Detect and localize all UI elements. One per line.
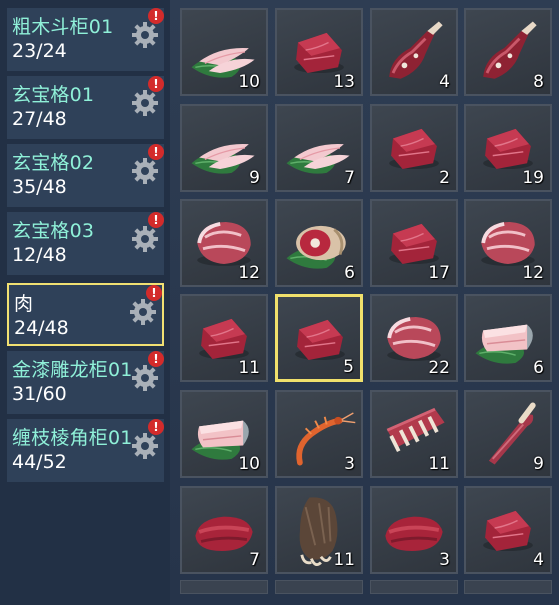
gear-icon[interactable]	[132, 90, 158, 116]
cabinet-name: 玄宝格01	[12, 84, 95, 106]
cabinet-capacity: 12/48	[12, 244, 67, 266]
item-slot[interactable]: 9	[464, 390, 552, 478]
item-slot-partial[interactable]	[180, 580, 268, 594]
cabinet-sidebar: 粗木斗柜01 23/24! 玄宝格01 27/48! 玄宝格02 35/48! 玄宝格03 1…	[0, 0, 170, 605]
item-slot[interactable]: 2	[370, 104, 458, 192]
alert-badge-icon: !	[148, 212, 164, 228]
cabinet-capacity: 35/48	[12, 176, 67, 198]
item-slot[interactable]: 6	[464, 294, 552, 382]
item-slot[interactable]: 12	[464, 199, 552, 287]
item-quantity: 3	[344, 454, 355, 474]
alert-badge-icon: !	[148, 8, 164, 24]
cabinet-capacity: 23/24	[12, 40, 67, 62]
cabinet-capacity: 31/60	[12, 383, 67, 405]
cabinet-name: 缠枝棱角柜01	[12, 427, 133, 449]
gear-icon[interactable]	[132, 22, 158, 48]
item-slot[interactable]: 11	[275, 486, 363, 574]
gear-icon[interactable]	[130, 299, 156, 325]
cabinet-4[interactable]: 玄宝格03 12/48!	[7, 212, 164, 275]
item-slot[interactable]: 11	[180, 294, 268, 382]
item-slot[interactable]: 19	[464, 104, 552, 192]
item-slot-partial[interactable]	[464, 580, 552, 594]
item-quantity: 13	[333, 72, 355, 92]
cabinet-capacity: 24/48	[14, 317, 69, 339]
item-quantity: 10	[238, 72, 260, 92]
alert-badge-icon: !	[148, 76, 164, 92]
item-slot[interactable]: 3	[370, 486, 458, 574]
item-quantity: 9	[533, 454, 544, 474]
cabinet-capacity: 27/48	[12, 108, 67, 130]
cabinet-5[interactable]: 肉 24/48!	[7, 283, 164, 346]
item-slot[interactable]: 13	[275, 8, 363, 96]
item-quantity: 7	[249, 550, 260, 570]
item-slot[interactable]: 9	[180, 104, 268, 192]
item-slot[interactable]: 3	[275, 390, 363, 478]
item-quantity: 2	[439, 168, 450, 188]
item-quantity: 7	[344, 168, 355, 188]
cabinet-name: 粗木斗柜01	[12, 16, 114, 38]
item-slot-partial[interactable]	[370, 580, 458, 594]
item-quantity: 19	[522, 168, 544, 188]
item-slot[interactable]: 10	[180, 8, 268, 96]
cabinet-name: 金漆雕龙柜01	[12, 359, 133, 381]
item-slot[interactable]: 17	[370, 199, 458, 287]
item-quantity: 3	[439, 550, 450, 570]
cabinet-6[interactable]: 金漆雕龙柜01 31/60!	[7, 351, 164, 414]
alert-badge-icon: !	[146, 285, 162, 301]
item-quantity: 5	[343, 357, 354, 377]
cabinet-name: 玄宝格02	[12, 152, 95, 174]
item-quantity: 17	[428, 263, 450, 283]
alert-badge-icon: !	[148, 351, 164, 367]
item-slot[interactable]: 22	[370, 294, 458, 382]
item-slot[interactable]: 7	[275, 104, 363, 192]
cabinet-name: 玄宝格03	[12, 220, 95, 242]
item-quantity: 22	[428, 358, 450, 378]
gear-icon[interactable]	[132, 433, 158, 459]
cabinet-name: 肉	[14, 293, 34, 315]
item-slot[interactable]: 5	[275, 294, 363, 382]
item-quantity: 9	[249, 168, 260, 188]
item-slot[interactable]: 8	[464, 8, 552, 96]
item-slot[interactable]: 4	[370, 8, 458, 96]
item-quantity: 11	[238, 358, 260, 378]
item-quantity: 6	[344, 263, 355, 283]
cabinet-3[interactable]: 玄宝格02 35/48!	[7, 144, 164, 207]
item-slot[interactable]: 4	[464, 486, 552, 574]
item-quantity: 8	[533, 72, 544, 92]
item-quantity: 11	[428, 454, 450, 474]
item-slot[interactable]: 10	[180, 390, 268, 478]
item-quantity: 6	[533, 358, 544, 378]
gear-icon[interactable]	[132, 365, 158, 391]
alert-badge-icon: !	[148, 419, 164, 435]
cabinet-1[interactable]: 粗木斗柜01 23/24!	[7, 8, 164, 71]
item-quantity: 10	[238, 454, 260, 474]
item-quantity: 4	[439, 72, 450, 92]
item-quantity: 12	[238, 263, 260, 283]
gear-icon[interactable]	[132, 226, 158, 252]
item-quantity: 11	[333, 550, 355, 570]
item-slot[interactable]: 12	[180, 199, 268, 287]
item-grid: 10 13 4 8 9 7 2 19 12 6 17 12 11 5 22 6 10 3 11 9 7 11 3 4	[174, 0, 559, 605]
gear-icon[interactable]	[132, 158, 158, 184]
item-quantity: 12	[522, 263, 544, 283]
alert-badge-icon: !	[148, 144, 164, 160]
item-slot[interactable]: 6	[275, 199, 363, 287]
item-slot-partial[interactable]	[275, 580, 363, 594]
item-slot[interactable]: 7	[180, 486, 268, 574]
item-slot[interactable]: 11	[370, 390, 458, 478]
cabinet-7[interactable]: 缠枝棱角柜01 44/52!	[7, 419, 164, 482]
cabinet-2[interactable]: 玄宝格01 27/48!	[7, 76, 164, 139]
cabinet-capacity: 44/52	[12, 451, 67, 473]
storage-window: 粗木斗柜01 23/24! 玄宝格01 27/48! 玄宝格02 35/48! 玄宝格03 1…	[0, 0, 559, 605]
item-quantity: 4	[533, 550, 544, 570]
